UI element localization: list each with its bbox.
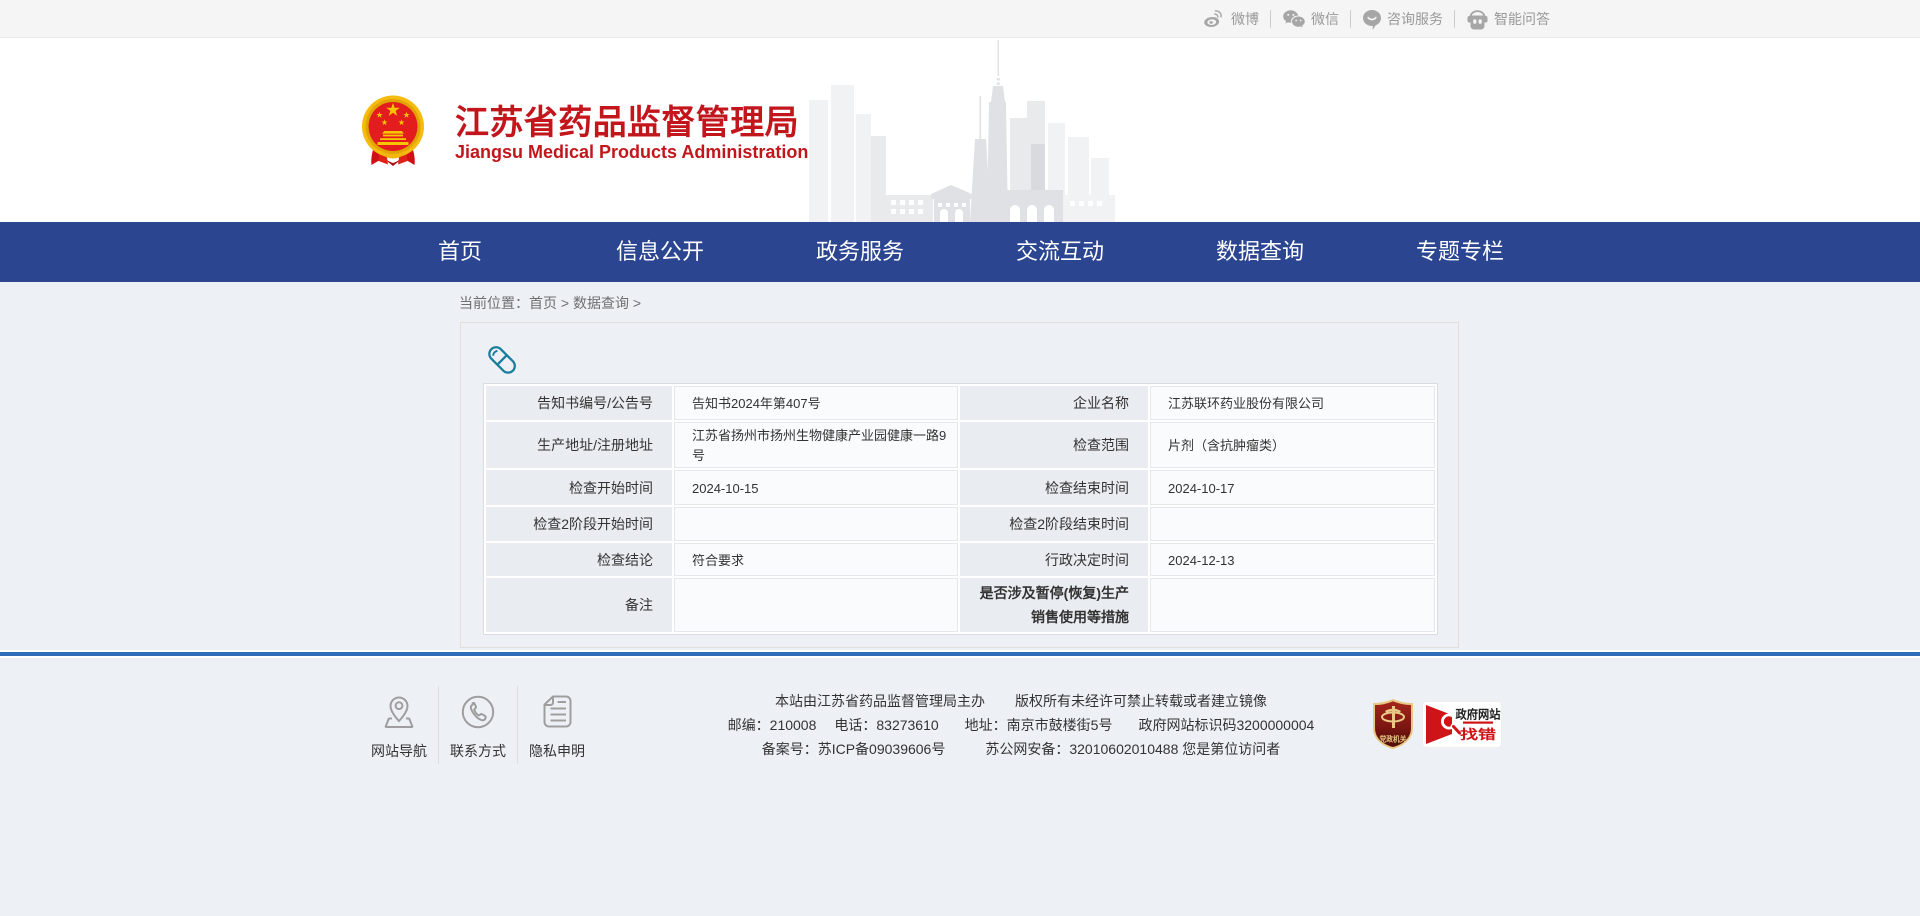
- svg-text:政府网站: 政府网站: [1456, 706, 1501, 721]
- svg-text:党政机关: 党政机关: [1380, 734, 1407, 744]
- svg-text:找错: 找错: [1460, 727, 1496, 742]
